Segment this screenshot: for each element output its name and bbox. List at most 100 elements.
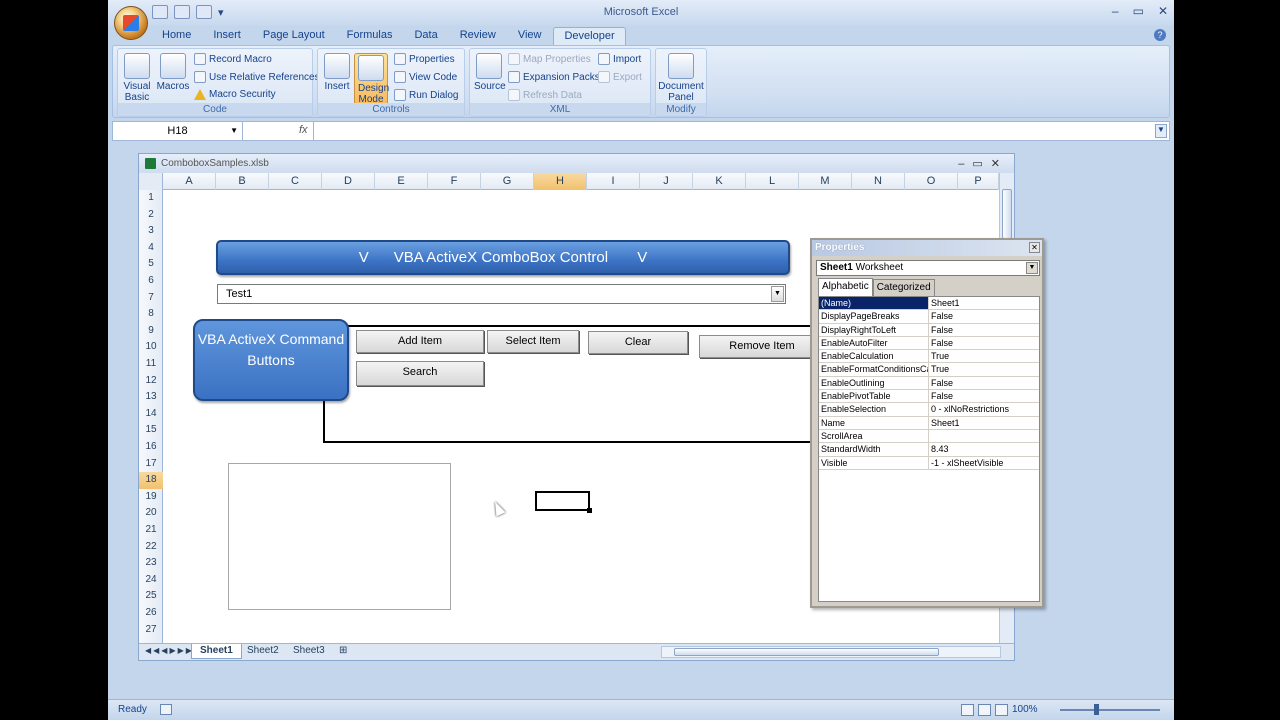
col-header[interactable]: J bbox=[640, 173, 693, 190]
horizontal-scrollbar[interactable] bbox=[661, 646, 1001, 658]
clear-button[interactable]: Clear bbox=[588, 331, 688, 354]
row-header[interactable]: 12 bbox=[139, 373, 163, 390]
row-header[interactable]: 26 bbox=[139, 605, 163, 622]
refresh-data-button[interactable]: Refresh Data bbox=[508, 89, 582, 101]
tab-view[interactable]: View bbox=[508, 27, 552, 46]
row-header[interactable]: 17 bbox=[139, 456, 163, 473]
property-row[interactable]: EnableCalculation True bbox=[819, 350, 1039, 364]
property-row[interactable]: EnableAutoFilter False bbox=[819, 336, 1039, 351]
row-header[interactable]: 1 bbox=[139, 190, 163, 207]
activex-combobox[interactable]: Test1 ▼ bbox=[217, 284, 786, 304]
col-header-selected[interactable]: H bbox=[534, 173, 587, 190]
property-row[interactable]: EnableFormatConditionsCal True bbox=[819, 363, 1039, 377]
row-header[interactable]: 3 bbox=[139, 223, 163, 240]
tab-categorized[interactable]: Categorized bbox=[872, 279, 935, 296]
tab-data[interactable]: Data bbox=[404, 27, 447, 46]
property-row[interactable]: StandardWidth 8.43 bbox=[819, 443, 1039, 457]
macro-recording-icon[interactable] bbox=[160, 704, 172, 715]
row-header[interactable]: 2 bbox=[139, 207, 163, 224]
tab-formulas[interactable]: Formulas bbox=[337, 27, 403, 46]
expand-formula-bar-icon[interactable]: ▼ bbox=[1155, 124, 1167, 138]
remove-item-button[interactable]: Remove Item bbox=[699, 335, 825, 358]
row-header[interactable]: 8 bbox=[139, 306, 163, 323]
col-header[interactable]: O bbox=[905, 173, 958, 190]
add-item-button[interactable]: Add Item bbox=[356, 330, 484, 353]
vertical-scroll-thumb[interactable] bbox=[1002, 189, 1012, 239]
combobox-dropdown-icon[interactable]: ▼ bbox=[771, 286, 784, 302]
row-header-selected[interactable]: 18 bbox=[139, 472, 163, 489]
col-header[interactable]: N bbox=[852, 173, 905, 190]
row-header[interactable]: 9 bbox=[139, 323, 163, 340]
import-button[interactable]: Import bbox=[598, 53, 641, 65]
zoom-slider[interactable] bbox=[1060, 709, 1160, 711]
document-panel-button[interactable]: Document Panel bbox=[658, 53, 704, 103]
workbook-window-controls[interactable]: –▭✕ bbox=[958, 155, 1008, 174]
col-header[interactable]: M bbox=[799, 173, 852, 190]
run-dialog-button[interactable]: Run Dialog bbox=[394, 89, 458, 101]
row-header[interactable]: 14 bbox=[139, 406, 163, 423]
record-macro-button[interactable]: Record Macro bbox=[194, 53, 272, 65]
row-header[interactable]: 11 bbox=[139, 356, 163, 373]
property-row[interactable]: DisplayPageBreaks False bbox=[819, 310, 1039, 324]
visual-basic-button[interactable]: Visual Basic bbox=[122, 53, 152, 103]
properties-button[interactable]: Properties bbox=[394, 53, 455, 65]
col-header[interactable]: K bbox=[693, 173, 746, 190]
tab-developer[interactable]: Developer bbox=[553, 27, 626, 46]
view-code-button[interactable]: View Code bbox=[394, 71, 457, 83]
properties-close-icon[interactable]: ✕ bbox=[1029, 242, 1040, 253]
object-selector-dropdown-icon[interactable]: ▼ bbox=[1026, 262, 1038, 274]
col-header[interactable]: D bbox=[322, 173, 375, 190]
tab-review[interactable]: Review bbox=[450, 27, 506, 46]
property-row[interactable]: ScrollArea bbox=[819, 429, 1039, 444]
sheet-tab-sheet3[interactable]: Sheet3 bbox=[285, 644, 333, 659]
insert-function-icon[interactable]: fx bbox=[299, 124, 308, 136]
row-header[interactable]: 10 bbox=[139, 339, 163, 356]
col-header[interactable]: G bbox=[481, 173, 534, 190]
property-row[interactable]: EnableOutlining False bbox=[819, 376, 1039, 391]
col-header[interactable]: F bbox=[428, 173, 481, 190]
row-header[interactable]: 20 bbox=[139, 505, 163, 522]
macro-security-button[interactable]: Macro Security bbox=[194, 89, 276, 100]
insert-control-button[interactable]: Insert bbox=[322, 53, 352, 92]
row-header[interactable]: 21 bbox=[139, 522, 163, 539]
row-header[interactable]: 4 bbox=[139, 240, 163, 257]
sheet-tab-sheet2[interactable]: Sheet2 bbox=[239, 644, 287, 659]
tab-insert[interactable]: Insert bbox=[203, 27, 251, 46]
maximize-icon[interactable]: ▭ bbox=[1133, 4, 1144, 18]
source-button[interactable]: Source bbox=[474, 53, 506, 92]
col-header[interactable]: L bbox=[746, 173, 799, 190]
close-icon[interactable]: ✕ bbox=[1158, 4, 1168, 18]
property-row[interactable]: (Name) Sheet1 bbox=[819, 297, 1039, 311]
property-row[interactable]: EnableSelection 0 - xlNoRestrictions bbox=[819, 403, 1039, 417]
row-header[interactable]: 15 bbox=[139, 422, 163, 439]
row-header[interactable]: 25 bbox=[139, 588, 163, 605]
row-header[interactable]: 5 bbox=[139, 256, 163, 273]
relative-references-button[interactable]: Use Relative References bbox=[194, 71, 320, 83]
page-layout-view-icon[interactable] bbox=[978, 704, 991, 716]
col-header[interactable]: I bbox=[587, 173, 640, 190]
col-header[interactable]: A bbox=[163, 173, 216, 190]
office-button[interactable] bbox=[114, 6, 148, 40]
tab-home[interactable]: Home bbox=[152, 27, 201, 46]
expansion-packs-button[interactable]: Expansion Packs bbox=[508, 71, 600, 83]
property-row[interactable]: Visible -1 - xlSheetVisible bbox=[819, 456, 1039, 470]
zoom-slider-knob[interactable] bbox=[1094, 704, 1099, 715]
export-button[interactable]: Export bbox=[598, 71, 642, 83]
horizontal-scroll-thumb[interactable] bbox=[674, 648, 939, 656]
insert-sheet-icon[interactable]: ⊞ bbox=[331, 644, 355, 659]
formula-input[interactable] bbox=[317, 124, 1147, 138]
row-header[interactable]: 13 bbox=[139, 389, 163, 406]
minimize-icon[interactable]: – bbox=[1112, 4, 1119, 18]
zoom-level[interactable]: 100% bbox=[1012, 704, 1038, 715]
col-header[interactable]: C bbox=[269, 173, 322, 190]
row-header[interactable]: 27 bbox=[139, 622, 163, 639]
macros-button[interactable]: Macros bbox=[156, 53, 190, 92]
command-buttons-label-shape[interactable]: VBA ActiveX Command Buttons bbox=[193, 319, 349, 401]
col-header[interactable]: P bbox=[958, 173, 999, 190]
row-header[interactable]: 19 bbox=[139, 489, 163, 506]
row-header[interactable]: 22 bbox=[139, 539, 163, 556]
property-row[interactable]: Name Sheet1 bbox=[819, 416, 1039, 430]
design-mode-button[interactable]: Design Mode bbox=[354, 53, 389, 107]
search-button[interactable]: Search bbox=[356, 361, 484, 386]
row-header[interactable]: 23 bbox=[139, 555, 163, 572]
